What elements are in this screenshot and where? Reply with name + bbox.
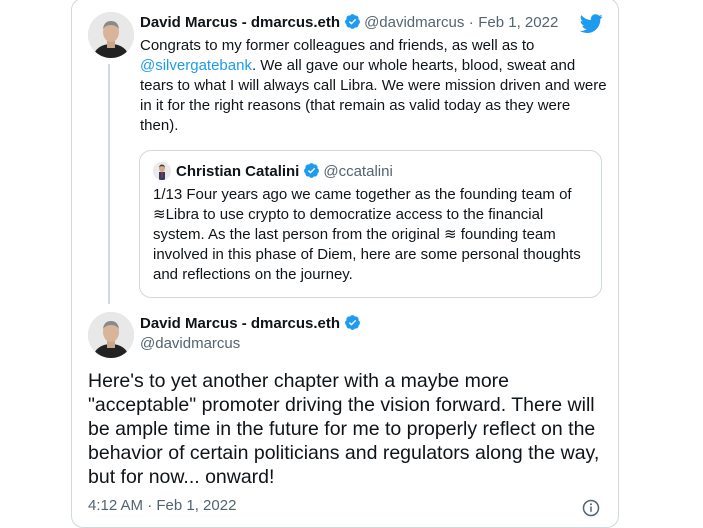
author-handle[interactable]: @davidmarcus (140, 335, 240, 352)
main-tweet-author: David Marcus - dmarcus.eth (140, 314, 364, 333)
quoted-author-handle: @ccatalini (323, 163, 393, 180)
main-tweet-handle-row: @davidmarcus (140, 335, 240, 353)
reply-text-part-1: Congrats to my former colleagues and fri… (140, 37, 535, 54)
info-icon[interactable] (582, 499, 600, 517)
quoted-tweet-card[interactable]: Christian Catalini @ccatalini 1/13 Four y… (139, 150, 602, 298)
quoted-author-name: Christian Catalini (176, 163, 300, 180)
avatar[interactable] (88, 12, 134, 58)
tweet-timestamp[interactable]: 4:12 AM · Feb 1, 2022 (88, 497, 236, 514)
author-name[interactable]: David Marcus - dmarcus.eth (140, 315, 340, 332)
reply-tweet-header: David Marcus - dmarcus.eth @davidmarcus ·… (140, 13, 558, 32)
verified-badge-icon (303, 162, 320, 179)
twitter-bird-icon[interactable] (580, 12, 603, 35)
quoted-avatar (153, 162, 171, 180)
tweet-date[interactable]: Feb 1, 2022 (478, 14, 558, 31)
quoted-tweet-text: 1/13 Four years ago we came together as … (153, 186, 581, 283)
quoted-tweet-header: Christian Catalini @ccatalini (176, 162, 393, 181)
thread-connector-line (108, 64, 110, 304)
main-tweet-text: Here's to yet another chapter with a may… (88, 370, 600, 488)
verified-badge-icon (344, 314, 361, 331)
author-name[interactable]: David Marcus - dmarcus.eth (140, 14, 340, 31)
separator-dot: · (468, 14, 474, 31)
mention-link[interactable]: @silvergatebank (140, 57, 252, 74)
verified-badge-icon (344, 13, 361, 30)
avatar[interactable] (88, 312, 134, 358)
author-handle[interactable]: @davidmarcus (364, 14, 464, 31)
reply-tweet-text: Congrats to my former colleagues and fri… (140, 36, 608, 136)
